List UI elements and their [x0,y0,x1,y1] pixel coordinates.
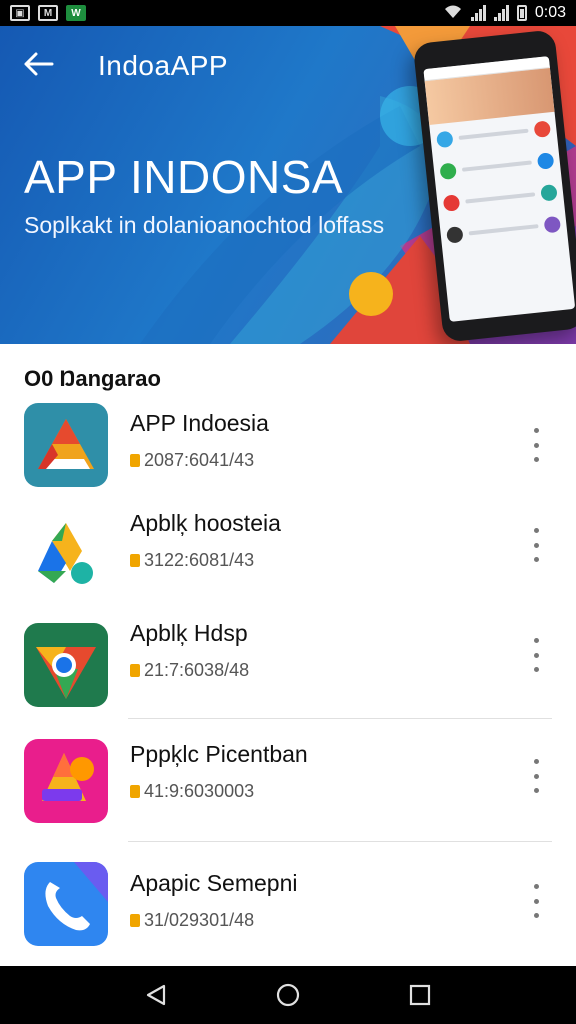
list-item[interactable]: Apblķ Hdsp 21:7:6038/48 [0,608,576,718]
list-item[interactable]: Apapic Semepni 31/029301/48 [0,842,576,962]
tag-icon [130,554,140,567]
app-name: Apblķ hoosteia [130,510,281,536]
back-arrow-icon[interactable] [22,50,56,80]
chrome-logo-icon [24,623,108,707]
list-item[interactable]: APP Indoesia 2087:6041/43 [0,398,576,498]
more-options-icon[interactable] [526,638,546,672]
more-options-icon[interactable] [526,428,546,462]
recents-nav-icon[interactable] [406,981,434,1009]
signal-icon [470,5,486,21]
status-time: 0:03 [534,4,566,21]
signal-icon [493,5,509,21]
tag-icon [130,454,140,467]
section-title: O0 Ŋangarao [24,366,161,391]
hero-title: APP INDONSA [24,151,344,203]
tag-icon [130,664,140,677]
app-name: Apapic Semepni [130,870,298,896]
battery-icon [516,5,527,21]
app-meta: 31/029301/48 [130,910,254,931]
app-name: APP Indoesia [130,410,269,436]
list-item[interactable]: Pppķlc Picentban 41:9:6030003 [0,719,576,841]
drive-logo-icon [24,511,108,595]
hero-banner: IndoaAPP APP INDONSA Soplkakt in dolanio… [0,26,576,344]
app-name: Pppķlc Picentban [130,741,308,767]
colorful-a-logo-icon [24,739,108,823]
home-nav-icon[interactable] [274,981,302,1009]
app-meta: 2087:6041/43 [130,450,254,471]
more-options-icon[interactable] [526,759,546,793]
list-item[interactable]: Apblķ hoosteia 3122:6081/43 [0,498,576,608]
app-meta: 3122:6081/43 [130,550,254,571]
mail-icon: M [38,5,58,21]
wifi-icon [443,3,463,24]
app-meta: 41:9:6030003 [130,781,254,802]
image-icon: ▣ [10,5,30,21]
hero-subtitle: Soplkakt in dolanioanochtod loffass [24,212,385,238]
app-meta: 21:7:6038/48 [130,660,249,681]
more-options-icon[interactable] [526,884,546,918]
app-list: APP Indoesia 2087:6041/43 Apblķ hoosteia… [0,398,576,962]
app-name: Apblķ Hdsp [130,620,248,646]
app-icon: W [66,5,86,21]
phone-logo-icon [24,862,108,946]
tag-icon [130,785,140,798]
tag-icon [130,914,140,927]
navigation-bar [0,966,576,1024]
more-options-icon[interactable] [526,528,546,562]
app-title: IndoaAPP [98,50,229,81]
triangle-logo-icon [24,403,108,487]
status-bar: ▣ M W 0:03 [0,0,576,26]
back-nav-icon[interactable] [142,981,170,1009]
